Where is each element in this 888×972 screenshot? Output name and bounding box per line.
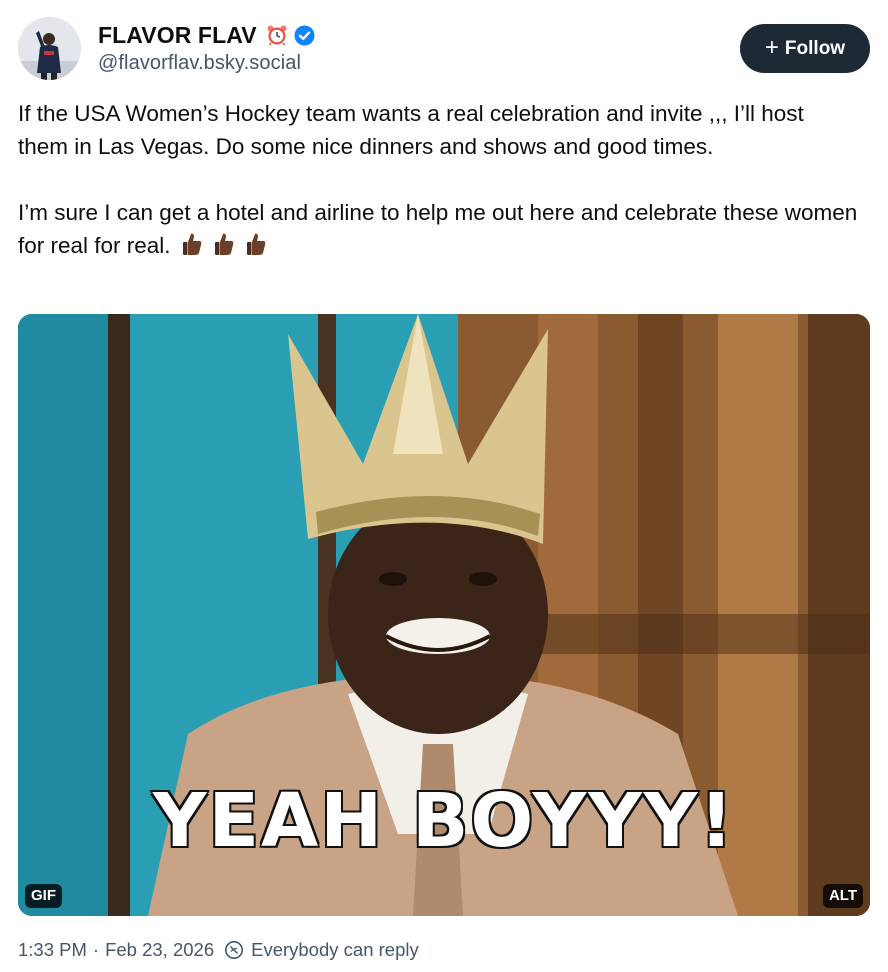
follow-label: Follow: [784, 37, 846, 59]
thumbs-up-icon: [213, 232, 235, 265]
alt-badge[interactable]: ALT: [822, 884, 863, 908]
post-text: If the USA Women’s Hockey team wants a r…: [18, 97, 858, 265]
name-row: FLAVOR FLAV: [98, 20, 315, 50]
separator-dot: ·: [92, 939, 100, 960]
gif-media[interactable]: YEAH BOYYY! GIF ALT: [18, 314, 870, 916]
post-footer: 1:33 PM · Feb 23, 2026 Everybody can rep…: [18, 939, 419, 961]
reply-settings-icon: [224, 940, 244, 960]
thumbs-up-icon: [181, 232, 203, 265]
plus-icon: +: [764, 33, 779, 61]
avatar[interactable]: [18, 17, 81, 80]
post-header: FLAVOR FLAV @flavorflav.bsky.social + Fo…: [18, 17, 870, 81]
alarm-clock-icon: [266, 24, 288, 46]
handle[interactable]: @flavorflav.bsky.social: [98, 52, 315, 75]
post-paragraph-2: I’m sure I can get a hotel and airline t…: [18, 200, 858, 258]
reply-setting[interactable]: Everybody can reply: [251, 939, 419, 961]
gif-caption: YEAH BOYYY!: [151, 777, 736, 866]
post-time[interactable]: 1:33 PM: [18, 939, 87, 961]
display-name[interactable]: FLAVOR FLAV: [98, 22, 257, 49]
author-info: FLAVOR FLAV @flavorflav.bsky.social: [98, 20, 315, 75]
verified-badge-icon[interactable]: [294, 25, 315, 46]
thumbs-emojis: [181, 232, 277, 265]
post-paragraph-1: If the USA Women’s Hockey team wants a r…: [18, 101, 804, 159]
follow-button[interactable]: + Follow: [740, 24, 870, 73]
post: FLAVOR FLAV @flavorflav.bsky.social + Fo…: [0, 0, 888, 972]
post-paragraph-2-wrapper: I’m sure I can get a hotel and airline t…: [18, 196, 858, 265]
gif-badge: GIF: [25, 884, 62, 908]
post-date[interactable]: Feb 23, 2026: [105, 939, 214, 961]
thumbs-up-icon: [245, 232, 267, 265]
